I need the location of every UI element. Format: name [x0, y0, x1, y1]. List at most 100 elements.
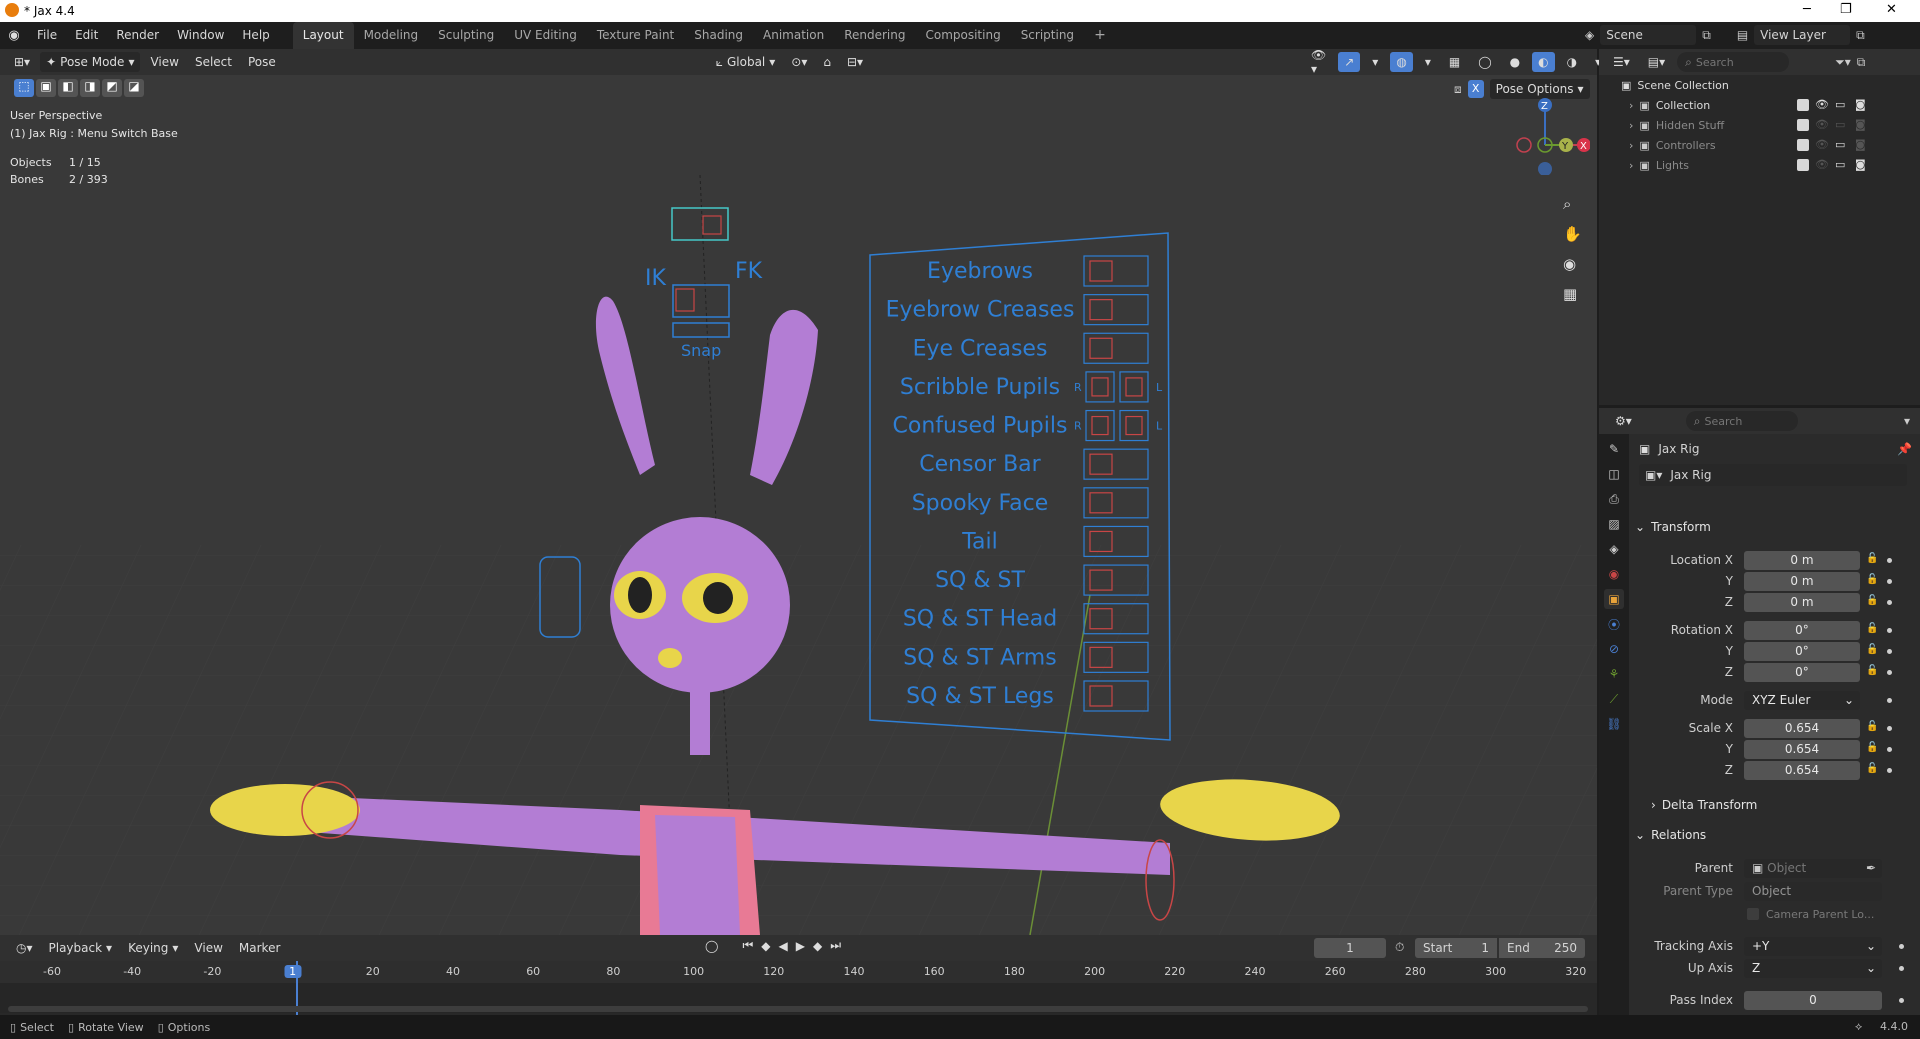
scale-x-field[interactable]: 0.654 [1744, 718, 1860, 738]
outliner-collection-row[interactable]: › ▣ Collection 👁 ▭ ◙ [1599, 95, 1920, 115]
lock-icon[interactable]: 🔓 [1866, 574, 1880, 588]
monitor-icon[interactable]: ▭ [1835, 118, 1845, 131]
gizmo-dropdown-icon[interactable]: ▾ [1366, 52, 1384, 72]
menu-render[interactable]: Render [107, 22, 168, 49]
tracking-axis-select[interactable]: +Y ⌄ [1744, 936, 1882, 956]
auto-key-icon[interactable]: ◯ [705, 939, 718, 953]
menu-switch-base[interactable] [671, 207, 729, 241]
add-workspace-icon[interactable]: + [1084, 22, 1116, 49]
left-ear[interactable] [595, 296, 655, 475]
ortho-grid-icon[interactable]: ▦ [1563, 285, 1582, 303]
gizmo-toggle-icon[interactable]: ↗ [1338, 52, 1361, 72]
menu-playback[interactable]: Playback ▾ [43, 938, 119, 958]
scale-y-field[interactable]: 0.654 [1744, 739, 1860, 759]
filter-icon[interactable]: ⏷▾ [1835, 55, 1851, 70]
keyframe-dot[interactable] [1899, 997, 1904, 1003]
next-keyframe-icon[interactable]: ◆ [813, 939, 822, 953]
overlay-dropdown-icon[interactable]: ▾ [1419, 52, 1437, 72]
restore-icon[interactable]: ❐ [1840, 2, 1852, 17]
menu-switch-knob[interactable] [702, 215, 722, 235]
camera-parent-checkbox[interactable] [1747, 908, 1759, 920]
timeline-area[interactable]: -60 -40 -20 1 20 40 60 80 100 120 140 160 180 200 220 2… [0, 961, 1597, 1015]
3d-viewport[interactable]: IK FK Snap Eyebrows Eyebrow Creases Eye Cr… [0, 75, 1597, 935]
menu-window[interactable]: Window [168, 22, 233, 49]
tab-scripting[interactable]: Scripting [1011, 22, 1084, 49]
jump-start-icon[interactable]: ⏮ [742, 938, 753, 953]
tab-uv-editing[interactable]: UV Editing [504, 22, 587, 49]
collection-checkbox[interactable] [1797, 119, 1809, 131]
keyframe-dot[interactable] [1887, 669, 1892, 675]
location-z-field[interactable]: 0 m [1744, 592, 1860, 612]
pivot-point-icon[interactable]: ⊙▾ [785, 52, 813, 72]
scale-z-field[interactable]: 0.654 [1744, 760, 1860, 780]
tab-rendering[interactable]: Rendering [834, 22, 915, 49]
lock-icon[interactable]: 🔓 [1866, 763, 1880, 777]
monitor-icon[interactable]: ▭ [1835, 98, 1845, 111]
camera-icon[interactable]: ◙ [1855, 118, 1866, 131]
select-invert-icon[interactable]: ◩ [102, 79, 122, 97]
minimize-icon[interactable]: ─ [1803, 2, 1811, 17]
parent-type-select[interactable]: Object [1744, 881, 1882, 901]
display-mode-icon[interactable]: ▤▾ [1642, 52, 1671, 72]
monitor-icon[interactable]: ▭ [1835, 158, 1845, 171]
end-frame-field[interactable]: End 250 [1499, 938, 1585, 958]
blender-menu-icon[interactable]: ◉ [0, 28, 28, 43]
props-options-icon[interactable]: ▾ [1904, 414, 1910, 428]
rig-toggle-knob[interactable] [1091, 377, 1109, 397]
monitor-icon[interactable]: ▭ [1835, 138, 1845, 151]
lock-icon[interactable]: 🔓 [1866, 721, 1880, 735]
armature-tab-icon[interactable]: ⚘ [1604, 664, 1624, 684]
relations-panel-header[interactable]: ⌄ Relations [1635, 824, 1706, 846]
material-shading-icon[interactable]: ◐ [1532, 52, 1555, 72]
outliner-collection-row[interactable]: › ▣ Controllers 👁 ▭ ◙ [1599, 135, 1920, 155]
snap-switch[interactable] [672, 322, 730, 338]
new-scene-icon[interactable]: ⧉ [1702, 28, 1711, 43]
data-block-selector[interactable]: ▣▾ Jax Rig [1639, 464, 1907, 486]
outliner-scene-collection[interactable]: ▣ Scene Collection [1599, 75, 1920, 95]
rendered-shading-icon[interactable]: ◑ [1561, 52, 1583, 72]
rig-toggle-box[interactable] [1085, 409, 1115, 442]
jump-end-icon[interactable]: ⏭ [830, 938, 841, 953]
physics-tab-icon[interactable]: ⊘ [1604, 639, 1624, 659]
transform-orientation[interactable]: ⟀ Global ▾ [710, 52, 782, 72]
play-reverse-icon[interactable]: ◀ [778, 939, 787, 953]
menu-timeline-view[interactable]: View [188, 938, 228, 958]
xray-icon[interactable]: ▦ [1443, 52, 1466, 72]
x-mirror-button[interactable]: X [1467, 80, 1484, 98]
menu-edit[interactable]: Edit [66, 22, 107, 49]
new-collection-icon[interactable]: ⧉ [1857, 55, 1866, 70]
menu-file[interactable]: File [28, 22, 66, 49]
location-x-field[interactable]: 0 m [1744, 550, 1860, 570]
close-icon[interactable]: ✕ [1886, 2, 1897, 17]
camera-icon[interactable]: ◙ [1855, 138, 1866, 151]
ik-fk-knob[interactable] [675, 288, 695, 312]
rig-toggle-box[interactable] [1085, 371, 1115, 403]
camera-icon[interactable]: ◙ [1855, 158, 1866, 171]
lock-icon[interactable]: 🔓 [1866, 644, 1880, 658]
chevron-right-icon[interactable]: › [1629, 159, 1633, 172]
properties-editor-icon[interactable]: ⚙▾ [1609, 411, 1638, 431]
zoom-icon[interactable]: ⌕ [1563, 195, 1582, 213]
collection-checkbox[interactable] [1797, 159, 1809, 171]
playhead-frame-label[interactable]: 1 [284, 965, 302, 978]
eye-icon[interactable]: 👁 [1815, 118, 1829, 131]
chevron-right-icon[interactable]: › [1629, 139, 1633, 152]
modifier-tab-icon[interactable]: ⦿ [1604, 614, 1624, 634]
bone-constraint-tab-icon[interactable]: ⛓ [1604, 714, 1624, 734]
menu-keying[interactable]: Keying ▾ [122, 938, 184, 958]
parent-field[interactable]: ▣ Object ✒ [1744, 858, 1882, 878]
prev-keyframe-icon[interactable]: ◆ [761, 939, 770, 953]
tool-tab-icon[interactable]: ✎ [1604, 439, 1624, 459]
camera-view-icon[interactable]: ◉ [1563, 255, 1582, 273]
left-glove[interactable] [210, 784, 360, 836]
delta-transform-header[interactable]: › Delta Transform [1651, 794, 1757, 816]
world-tab-icon[interactable]: ◉ [1604, 564, 1624, 584]
rotation-z-field[interactable]: 0° [1744, 662, 1860, 682]
menu-select[interactable]: Select [189, 52, 238, 72]
view-layer-selector[interactable]: View Layer [1754, 25, 1851, 45]
snap-icon[interactable]: ⌂ [817, 52, 837, 72]
rig-toggle-box[interactable] [1119, 409, 1149, 442]
select-subtract-icon[interactable]: ◨ [80, 79, 100, 97]
chevron-right-icon[interactable]: › [1629, 99, 1633, 112]
ik-fk-switch[interactable] [672, 284, 730, 318]
